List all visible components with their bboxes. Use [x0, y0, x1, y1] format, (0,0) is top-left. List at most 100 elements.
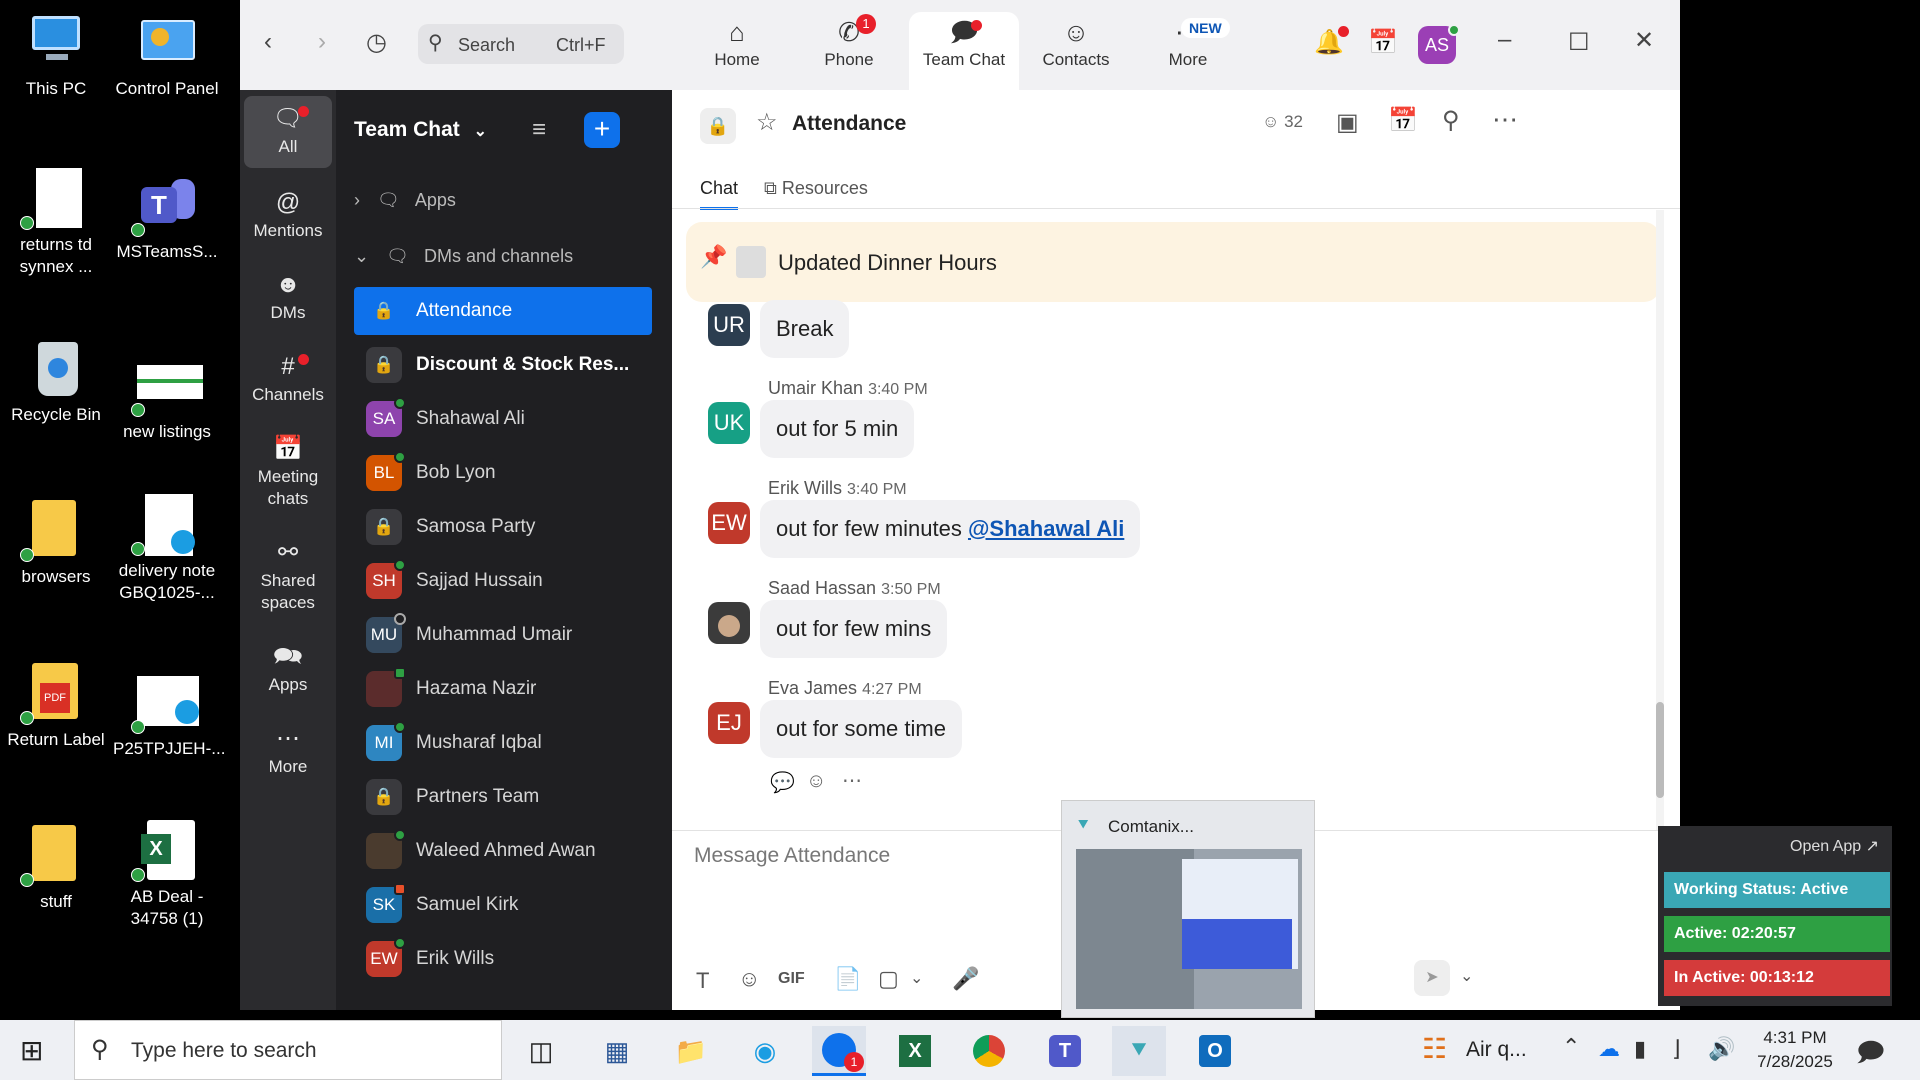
scrollbar[interactable] [1656, 210, 1664, 830]
scrollbar-thumb[interactable] [1656, 702, 1664, 798]
rail-item-apps[interactable]: 🗪 Apps [244, 640, 332, 696]
avatar[interactable]: UK [708, 402, 750, 444]
rail-item-channels[interactable]: # Channels [244, 350, 332, 406]
rail-item-more[interactable]: ⋯ More [244, 722, 332, 778]
member-count[interactable]: ☺ 32 [1262, 112, 1303, 132]
rail-item-shared-spaces[interactable]: ⚯ Shared spaces [244, 536, 332, 614]
sidebar-item-bob-lyon[interactable]: BL Bob Lyon [354, 449, 652, 497]
sidebar-item-attendance[interactable]: 🔒 Attendance [354, 287, 652, 335]
comtanix-icon[interactable]: ⯆ [1112, 1026, 1166, 1076]
microphone-icon[interactable]: 🎤 [952, 966, 979, 992]
sidebar-item-musharaf-iqbal[interactable]: MI Musharaf Iqbal [354, 719, 652, 767]
avatar[interactable]: EJ [708, 702, 750, 744]
new-chat-button[interactable]: + [584, 112, 620, 148]
notifications-icon[interactable]: 🗩 [1856, 1034, 1885, 1078]
sidebar-item-hazama-nazir[interactable]: Hazama Nazir [354, 665, 652, 713]
avatar[interactable]: UR [708, 304, 750, 346]
desktop-icon-delivery-note[interactable]: delivery note GBQ1025-... [113, 494, 221, 604]
tab-team-chat[interactable]: 🗩 Team Chat [909, 12, 1019, 90]
maximize-icon[interactable]: ☐ [1568, 28, 1590, 57]
minimize-icon[interactable]: – [1498, 26, 1511, 54]
sidebar-item-muhammad-umair[interactable]: MU Muhammad Umair [354, 611, 652, 659]
chevron-down-icon[interactable]: ⌄ [910, 968, 923, 988]
tab-contacts[interactable]: ☺ Contacts [1021, 12, 1131, 90]
desktop-icon-this-pc[interactable]: This PC [2, 12, 110, 100]
close-icon[interactable]: ✕ [1634, 26, 1654, 55]
history-icon[interactable]: ◷ [366, 28, 387, 57]
chrome-icon[interactable] [962, 1026, 1016, 1076]
sidebar-item-erik-wills[interactable]: EW Erik Wills [354, 935, 652, 983]
desktop-icon-control-panel[interactable]: Control Panel [113, 12, 221, 100]
emoji-icon[interactable]: ☺ [738, 966, 760, 992]
emoji-reaction-icon[interactable]: ☺ [806, 770, 826, 793]
file-icon[interactable]: 📄 [834, 966, 861, 992]
gif-button[interactable]: GIF [778, 970, 805, 988]
desktop-icon-return-label[interactable]: PDF Return Label [2, 663, 110, 751]
weather-label[interactable]: Air q... [1466, 1038, 1527, 1062]
message-bubble[interactable]: out for some time [760, 700, 962, 758]
filter-icon[interactable]: ≡ [532, 116, 546, 144]
send-button[interactable]: ➤ [1414, 960, 1450, 996]
message-bubble[interactable]: Break [760, 300, 850, 358]
excel-icon[interactable]: X [888, 1026, 942, 1076]
search-input[interactable]: ⚲ Search Ctrl+F [418, 24, 624, 64]
sidebar-item-sajjad-hussain[interactable]: SH Sajjad Hussain [354, 557, 652, 605]
text-format-icon[interactable]: T [696, 968, 709, 994]
chevron-up-icon[interactable]: ⌃ [1562, 1034, 1580, 1060]
tab-more[interactable]: ⋯ More NEW [1133, 12, 1243, 90]
rail-item-all[interactable]: 🗨 All [244, 96, 332, 168]
clock[interactable]: 4:31 PM 7/28/2025 [1746, 1026, 1844, 1074]
calculator-icon[interactable]: ▦ [590, 1026, 644, 1076]
start-icon[interactable]: ⊞ [20, 1034, 43, 1067]
tab-resources[interactable]: ⧉ Resources [764, 178, 868, 199]
desktop-icon-new-listings[interactable]: new listings [113, 355, 221, 443]
sidebar-item-discount[interactable]: 🔒 Discount & Stock Res... [354, 341, 652, 389]
dms-section-header[interactable]: ⌄ 🗨 DMs and channels [354, 246, 573, 267]
desktop-icon-returns[interactable]: returns td synnex ... [2, 168, 110, 278]
back-icon[interactable]: ‹ [264, 28, 272, 56]
rail-item-dms[interactable]: ☻ DMs [244, 268, 332, 324]
sidebar-item-shahawal-ali[interactable]: SA Shahawal Ali [354, 395, 652, 443]
forward-icon[interactable]: › [318, 28, 326, 56]
tab-phone[interactable]: ✆ Phone 1 [794, 12, 904, 90]
message-bubble[interactable]: out for 5 min [760, 400, 915, 458]
desktop-icon-p25[interactable]: P25TPJJEH-... [113, 672, 225, 760]
more-icon[interactable]: ⋯ [842, 768, 862, 793]
mention-link[interactable]: @Shahawal Ali [968, 516, 1124, 542]
rail-item-mentions[interactable]: @ Mentions [244, 186, 332, 242]
outlook-icon[interactable]: O [1188, 1026, 1242, 1076]
desktop-icon-browsers[interactable]: browsers [2, 500, 110, 588]
calendar-icon[interactable]: 📅 [1388, 106, 1418, 135]
pinned-message[interactable]: 📌 Updated Dinner Hours [686, 222, 1660, 302]
air-quality-icon[interactable]: ☷ [1422, 1032, 1447, 1065]
reply-icon[interactable]: 💬 [770, 770, 795, 795]
sidebar-item-samuel-kirk[interactable]: SK Samuel Kirk [354, 881, 652, 929]
sidebar-title[interactable]: Team Chat ⌄ [354, 118, 487, 142]
sidebar-item-samosa-party[interactable]: 🔒 Samosa Party [354, 503, 652, 551]
sidebar-item-partners-team[interactable]: 🔒 Partners Team [354, 773, 652, 821]
screenshot-icon[interactable]: ▢ [878, 966, 899, 992]
sidebar-item-waleed-ahmed-awan[interactable]: Waleed Ahmed Awan [354, 827, 652, 875]
more-options-icon[interactable]: ⋯ [1492, 104, 1518, 135]
desktop-icon-ab-deal[interactable]: X AB Deal - 34758 (1) [113, 820, 221, 930]
edge-icon[interactable]: ◉ [738, 1026, 792, 1076]
tab-chat[interactable]: Chat [700, 178, 739, 210]
volume-icon[interactable]: 🔊 [1708, 1036, 1735, 1062]
apps-section[interactable]: › 🗨 Apps [354, 190, 456, 211]
file-explorer-icon[interactable]: 📁 [664, 1026, 718, 1076]
chevron-down-icon[interactable]: ⌄ [1460, 966, 1473, 986]
message-bubble[interactable]: out for few mins [760, 600, 948, 658]
zoom-taskbar-icon[interactable]: 1 [812, 1026, 866, 1076]
desktop-icon-stuff[interactable]: stuff [2, 825, 110, 913]
avatar[interactable]: EW [708, 502, 750, 544]
onedrive-icon[interactable]: ☁ [1598, 1036, 1620, 1062]
rail-item-meeting-chats[interactable]: 📅 Meeting chats [244, 432, 332, 510]
task-view-icon[interactable]: ◫ [514, 1026, 568, 1076]
calendar-icon[interactable]: 📅 [1368, 28, 1398, 57]
search-icon[interactable]: ⚲ [1442, 106, 1460, 135]
message-bubble[interactable]: out for few minutes @Shahawal Ali [760, 500, 1141, 558]
avatar[interactable] [708, 602, 750, 644]
taskbar-search-input[interactable]: ⚲ Type here to search [74, 1020, 502, 1080]
desktop-icon-recycle-bin[interactable]: Recycle Bin [2, 338, 110, 426]
taskbar-preview-popup[interactable]: ⯆ Comtanix... [1061, 800, 1315, 1018]
